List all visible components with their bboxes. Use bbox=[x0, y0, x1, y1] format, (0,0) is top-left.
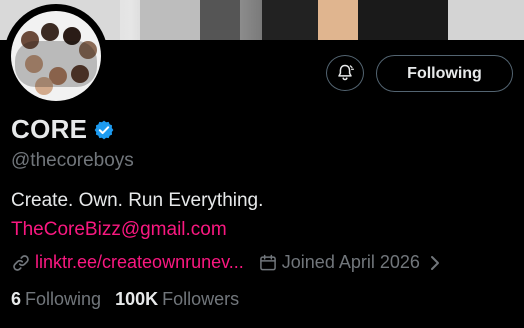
link-icon bbox=[13, 254, 29, 271]
display-name-row: CORE bbox=[11, 114, 115, 145]
following-button-label: Following bbox=[407, 64, 482, 82]
notifications-button[interactable] bbox=[326, 55, 364, 91]
profile-website-link[interactable]: linktr.ee/createownrunev... bbox=[35, 252, 244, 273]
followers-stat[interactable]: 100K Followers bbox=[115, 289, 239, 310]
following-stat-label: Following bbox=[25, 289, 102, 309]
display-name: CORE bbox=[11, 114, 88, 144]
profile-handle: @thecoreboys bbox=[11, 150, 134, 171]
notification-bell-icon bbox=[338, 64, 354, 81]
following-stat[interactable]: 6 Following bbox=[11, 289, 101, 310]
joined-date: Joined April 2026 bbox=[281, 252, 420, 272]
profile-stats: 6 Following 100K Followers bbox=[11, 289, 239, 310]
followers-stat-label: Followers bbox=[162, 289, 240, 309]
following-count: 6 bbox=[11, 289, 22, 309]
followers-count: 100K bbox=[115, 289, 159, 309]
profile-email-link[interactable]: TheCoreBizz@gmail.com bbox=[11, 219, 227, 241]
calendar-icon bbox=[259, 254, 276, 270]
following-button[interactable]: Following bbox=[376, 55, 513, 92]
verified-badge-icon[interactable] bbox=[93, 119, 115, 141]
profile-avatar[interactable] bbox=[4, 4, 108, 108]
chevron-right-icon[interactable] bbox=[428, 254, 442, 272]
profile-bio: Create. Own. Run Everything. bbox=[11, 190, 264, 211]
profile-meta-row: linktr.ee/createownrunev... Joined April… bbox=[11, 252, 442, 273]
